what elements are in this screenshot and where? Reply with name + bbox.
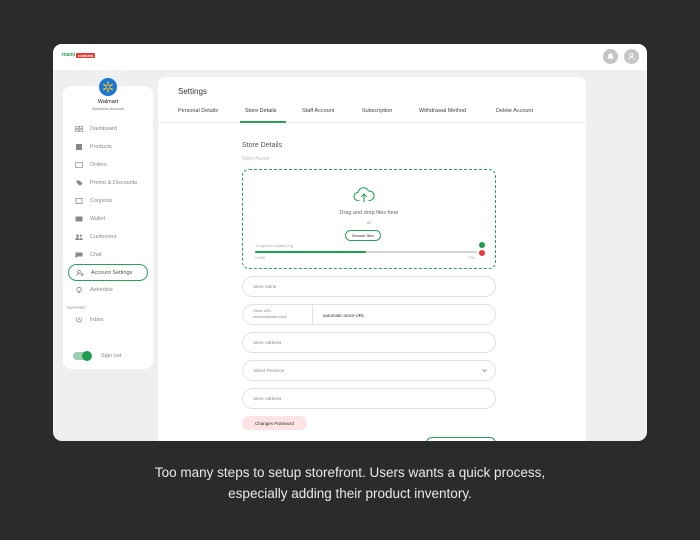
sidebar-item-label: Orders	[90, 162, 107, 168]
upload-cloud-icon	[353, 187, 375, 203]
active-tab-indicator	[240, 121, 286, 123]
advertise-icon	[76, 287, 82, 293]
sidebar-item-coupons[interactable]: Coupons	[63, 192, 153, 210]
coupon-icon	[75, 198, 83, 204]
progress-left-label: 0.0MB	[255, 256, 266, 260]
page-title: Settings	[178, 87, 207, 96]
app-logo[interactable]: mami markets	[62, 52, 96, 58]
sidebar-item-account-settings[interactable]: Account Settings	[68, 264, 148, 281]
settings-panel: Settings Personal Details Store Details …	[158, 77, 586, 441]
upload-file-name: Tungchoo-Avatar.png	[255, 243, 294, 248]
province-select[interactable]: Select Province	[242, 360, 496, 381]
chevron-down-icon	[482, 369, 487, 372]
customers-icon	[75, 234, 83, 240]
notification-icon[interactable]	[603, 49, 618, 64]
sidebar-nav: Dashboard Products Orders Promo & Discou…	[63, 120, 153, 299]
sidebar: Walmart Business Account Dashboard Produ…	[63, 78, 153, 369]
caption-line-2: especially adding their product inventor…	[228, 486, 472, 501]
store-address-field[interactable]: Store Address	[242, 332, 496, 353]
sidebar-item-label: Wallet	[90, 216, 106, 222]
store-address-placeholder: Store Address	[253, 340, 282, 345]
sidebar-item-label: Coupons	[90, 198, 113, 204]
signout-toggle[interactable]	[73, 351, 92, 361]
dashboard-icon	[75, 126, 83, 132]
tab-withdrawal-method[interactable]: Withdrawal Method	[419, 108, 466, 114]
chat-icon	[75, 252, 83, 258]
sidebar-item-advertise[interactable]: Advertise	[63, 281, 153, 299]
walmart-logo-icon	[99, 78, 117, 96]
success-icon	[479, 242, 485, 248]
caption-line-1: Too many steps to setup storefront. User…	[154, 465, 546, 480]
orders-icon	[75, 162, 83, 168]
tab-personal-details[interactable]: Personal Details	[178, 108, 218, 114]
products-icon	[76, 144, 82, 150]
tab-store-details[interactable]: Store Details	[245, 108, 277, 114]
sidebar-item-label: Advertise	[90, 287, 113, 293]
sidebar-item-products[interactable]: Products	[63, 138, 153, 156]
caption: Too many steps to setup storefront. User…	[0, 462, 700, 504]
upload-progress-bar	[255, 251, 477, 253]
save-button[interactable]	[426, 437, 496, 441]
progress-right-label: 70%	[468, 256, 476, 260]
sidebar-item-customers[interactable]: Customers	[63, 228, 153, 246]
brand-subtitle: Business Account	[92, 106, 124, 111]
app-window: mami markets Walmart Business Account Da…	[53, 44, 647, 441]
dropzone-or: or	[366, 220, 371, 225]
inbox-icon	[76, 317, 82, 323]
tag-icon	[76, 180, 83, 186]
dropzone-text: Drag and drop files here	[339, 210, 399, 216]
brand-name: Walmart	[97, 99, 119, 105]
tab-staff-account[interactable]: Staff Account	[302, 108, 334, 114]
sidebar-item-label: Dashboard	[90, 126, 117, 132]
browse-files-button[interactable]: Browse files	[345, 230, 381, 241]
section-title: Store Details	[242, 142, 283, 149]
sidebar-item-orders[interactable]: Orders	[63, 156, 153, 174]
store-avatar-label: Store Avatar	[242, 156, 270, 162]
account-settings-icon	[76, 269, 84, 276]
province-placeholder: Select Province	[253, 368, 285, 373]
store-name-field[interactable]: Store name	[242, 276, 496, 297]
sidebar-item-label: Customers	[90, 234, 117, 240]
store-url-value: automatic-store-URL	[323, 313, 365, 318]
sidebar-item-dashboard[interactable]: Dashboard	[63, 120, 153, 138]
store-address-2-field[interactable]: Store Address	[242, 388, 496, 409]
tab-subscription[interactable]: Subscription	[362, 108, 392, 114]
wallet-icon	[75, 216, 83, 222]
sidebar-item-inbox[interactable]: Inbox	[63, 311, 103, 329]
store-url-field[interactable]: Store URL mamimarkets.com/ automatic-stor…	[242, 304, 496, 325]
sidebar-item-label: Account Settings	[91, 269, 133, 276]
sidebar-item-label: Chat	[90, 252, 102, 258]
sidebar-item-label: Products	[90, 144, 112, 150]
change-password-button[interactable]: Changes Password	[242, 416, 307, 430]
sidebar-item-wallet[interactable]: Wallet	[63, 210, 153, 228]
top-bar: mami markets	[53, 44, 647, 70]
settings-tabs: Personal Details Store Details Staff Acc…	[158, 101, 586, 123]
signout-label: Sign out	[101, 353, 122, 359]
sidebar-item-promo[interactable]: Promo & Discounts	[63, 174, 153, 192]
store-address-2-placeholder: Store Address	[253, 396, 282, 401]
support-section-label: SUPPORT	[67, 305, 87, 310]
remove-file-icon[interactable]	[479, 250, 485, 256]
sidebar-item-label: Promo & Discounts	[90, 180, 138, 186]
upload-progress-fill	[255, 251, 366, 253]
file-dropzone[interactable]: Drag and drop files here or Browse files…	[242, 169, 496, 269]
user-avatar-icon[interactable]	[624, 49, 639, 64]
url-prefix: Store URL mamimarkets.com/	[253, 308, 287, 319]
sign-out[interactable]: Sign out	[73, 351, 122, 361]
tab-delete-account[interactable]: Delete Account	[496, 108, 533, 114]
sidebar-item-chat[interactable]: Chat	[63, 246, 153, 264]
logo-tag: markets	[76, 52, 96, 58]
sidebar-item-label: Inbox	[90, 317, 104, 323]
store-name-placeholder: Store name	[253, 284, 277, 289]
logo-text: mami	[62, 52, 76, 58]
